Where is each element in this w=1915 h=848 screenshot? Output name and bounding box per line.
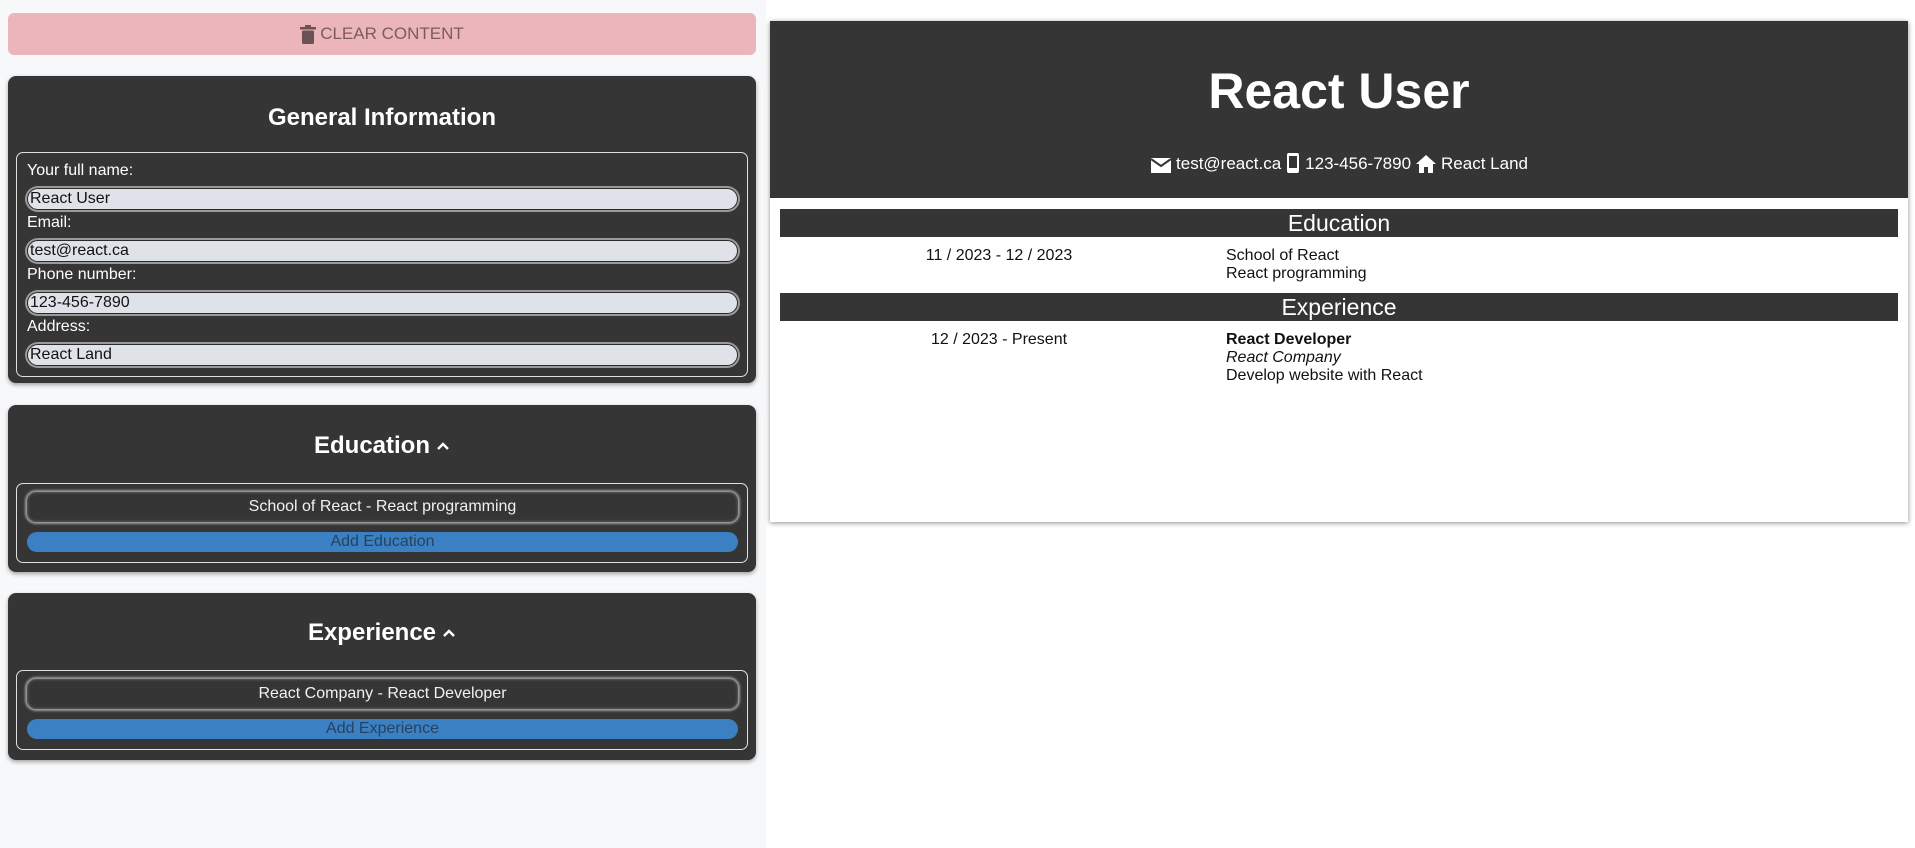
education-header[interactable]: Education (8, 432, 756, 460)
contact-phone-text: 123-456-7890 (1305, 154, 1412, 173)
contact-email-text: test@react.ca (1176, 154, 1282, 173)
experience-list: React Company - React Developer Add Expe… (16, 670, 748, 750)
general-info-card: General Information Your full name: Emai… (8, 76, 756, 383)
resume-header: React User test@react.ca 123-456-7890 Re… (770, 21, 1908, 198)
experience-header[interactable]: Experience (8, 619, 756, 647)
chevron-up-icon[interactable] (436, 441, 450, 451)
trash-icon (300, 24, 317, 44)
add-experience-button[interactable]: Add Experience (27, 719, 738, 739)
education-details: School of React React programming (1226, 247, 1367, 283)
contact-row: test@react.ca 123-456-7890 React Land (770, 152, 1908, 174)
full-name-label: Your full name: (27, 162, 134, 179)
contact-address-text: React Land (1441, 154, 1528, 173)
experience-item[interactable]: React Company - React Developer (27, 679, 738, 709)
phone-icon (1287, 153, 1300, 173)
phone-input[interactable] (27, 292, 738, 314)
resume-preview: React User test@react.ca 123-456-7890 Re… (770, 21, 1908, 522)
add-education-button[interactable]: Add Education (27, 532, 738, 552)
editor-pane: CLEAR CONTENT General Information Your f… (0, 0, 766, 848)
email-label: Email: (27, 214, 72, 231)
general-info-title: General Information (267, 104, 497, 131)
experience-title: Experience (307, 619, 437, 646)
contact-address: React Land (1415, 154, 1528, 174)
chevron-up-icon[interactable] (442, 628, 456, 638)
education-school: School of React (1226, 247, 1339, 264)
resume-experience-heading: Experience (780, 293, 1898, 321)
education-card: Education School of React - React progra… (8, 405, 756, 572)
phone-label: Phone number: (27, 266, 137, 283)
education-title: Education (313, 432, 430, 459)
experience-position: React Developer (1226, 331, 1352, 348)
resume-education-heading: Education (780, 209, 1898, 237)
experience-details: React Developer React Company Develop we… (1226, 331, 1423, 385)
education-dates: 11 / 2023 - 12 / 2023 (925, 247, 1073, 264)
general-info-form: Your full name: Email: Phone number: Add… (16, 152, 748, 377)
experience-dates: 12 / 2023 - Present (930, 331, 1068, 348)
education-list: School of React - React programming Add … (16, 483, 748, 563)
mail-icon (1150, 158, 1172, 173)
experience-description: Develop website with React (1226, 367, 1423, 384)
education-program: React programming (1226, 265, 1367, 282)
address-input[interactable] (27, 344, 738, 366)
education-item[interactable]: School of React - React programming (27, 492, 738, 522)
contact-phone: 123-456-7890 (1285, 152, 1411, 174)
clear-content-label: CLEAR CONTENT (320, 24, 464, 43)
full-name-input[interactable] (27, 188, 738, 210)
clear-content-button[interactable]: CLEAR CONTENT (8, 13, 756, 55)
address-label: Address: (27, 318, 91, 335)
experience-card: Experience React Company - React Develop… (8, 593, 756, 760)
contact-email: test@react.ca (1150, 154, 1281, 174)
home-icon (1416, 155, 1437, 173)
experience-company: React Company (1226, 349, 1341, 366)
resume-name: React User (1208, 63, 1470, 119)
email-input[interactable] (27, 240, 738, 262)
